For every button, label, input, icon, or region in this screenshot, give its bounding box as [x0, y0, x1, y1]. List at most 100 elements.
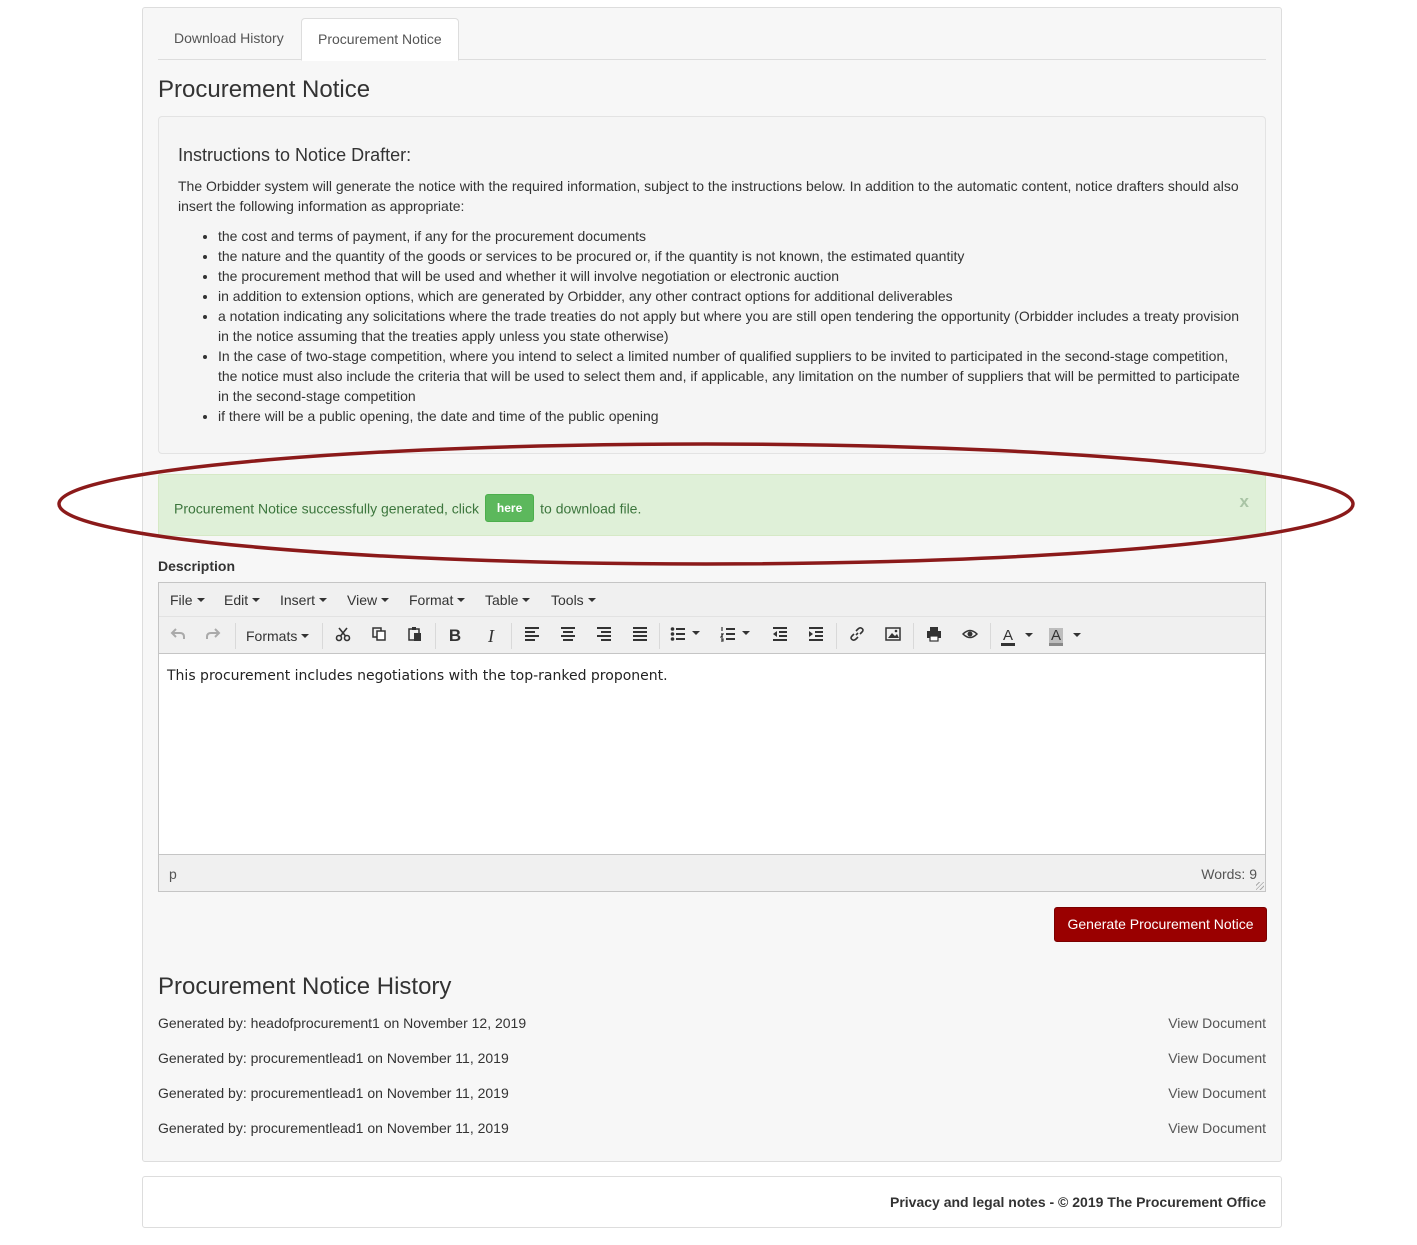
- print-icon[interactable]: [925, 626, 943, 646]
- history-entry-text: Generated by: procurementlead1 on Novemb…: [158, 1120, 509, 1136]
- toolbar-separator: [836, 623, 837, 649]
- caret-down-icon: [381, 598, 390, 603]
- align-center-icon[interactable]: [559, 626, 577, 646]
- history-entry-text: Generated by: procurementlead1 on Novemb…: [158, 1050, 509, 1066]
- text-color-glyph: A: [1001, 627, 1016, 646]
- list-item: the procurement method that will be used…: [218, 266, 1246, 286]
- alert-close-button[interactable]: x: [1240, 492, 1249, 512]
- italic-icon[interactable]: I: [482, 626, 500, 646]
- word-count: Words: 9: [1201, 866, 1257, 882]
- element-path[interactable]: p: [169, 866, 177, 882]
- list-item: the cost and terms of payment, if any fo…: [218, 226, 1246, 246]
- list-item: if there will be a public opening, the d…: [218, 406, 1246, 426]
- footer-text[interactable]: Privacy and legal notes - © 2019 The Pro…: [890, 1194, 1266, 1210]
- description-label: Description: [158, 558, 236, 574]
- page-title: Procurement Notice: [158, 76, 371, 103]
- view-document-link[interactable]: View Document: [1168, 1015, 1266, 1031]
- tab-bar: Download History Procurement Notice: [158, 18, 1266, 61]
- tab-download-history[interactable]: Download History: [158, 18, 300, 60]
- view-document-link[interactable]: View Document: [1168, 1085, 1266, 1101]
- tab-procurement-notice[interactable]: Procurement Notice: [301, 18, 459, 61]
- caret-down-icon: [1073, 633, 1082, 638]
- resize-handle[interactable]: [1256, 882, 1264, 890]
- rich-text-editor: File Edit Insert View Format Table Tools…: [158, 582, 1266, 892]
- menu-label: Insert: [280, 592, 316, 608]
- menu-tools[interactable]: Tools: [551, 592, 596, 608]
- cut-icon[interactable]: [334, 626, 352, 646]
- toolbar-separator: [990, 623, 991, 649]
- image-icon[interactable]: [884, 626, 902, 646]
- caret-down-icon: [319, 598, 328, 603]
- editor-paragraph: This procurement includes negotiations w…: [167, 668, 668, 684]
- menu-format[interactable]: Format: [409, 592, 466, 608]
- caret-down-icon: [692, 631, 700, 636]
- toolbar-separator: [235, 623, 236, 649]
- table-row: Generated by: procurementlead1 on Novemb…: [158, 1120, 1266, 1140]
- instructions-intro: The Orbidder system will generate the no…: [178, 178, 1239, 214]
- history-entry-text: Generated by: procurementlead1 on Novemb…: [158, 1085, 509, 1101]
- background-color-icon[interactable]: A: [1049, 626, 1087, 646]
- list-item: In the case of two-stage competition, wh…: [218, 346, 1246, 406]
- instructions-panel: Instructions to Notice Drafter: The Orbi…: [158, 116, 1266, 454]
- success-alert: Procurement Notice successfully generate…: [158, 474, 1266, 536]
- caret-down-icon: [457, 598, 466, 603]
- view-document-link[interactable]: View Document: [1168, 1120, 1266, 1136]
- menu-label: Format: [409, 592, 454, 608]
- menu-label: Tools: [551, 592, 584, 608]
- toolbar-separator: [659, 623, 660, 649]
- outdent-icon[interactable]: [771, 626, 789, 646]
- preview-icon[interactable]: [961, 626, 979, 646]
- redo-icon[interactable]: [204, 626, 222, 646]
- list-item: a notation indicating any solicitations …: [218, 306, 1246, 346]
- editor-content[interactable]: This procurement includes negotiations w…: [159, 654, 1265, 854]
- alert-message: Procurement Notice successfully generate…: [174, 494, 642, 524]
- bullet-list-icon[interactable]: [670, 626, 708, 646]
- menu-label: Table: [485, 592, 519, 608]
- download-here-button[interactable]: here: [484, 494, 535, 522]
- editor-menubar: File Edit Insert View Format Table Tools: [159, 583, 1265, 617]
- toolbar-separator: [913, 623, 914, 649]
- justify-icon[interactable]: [631, 626, 649, 646]
- list-item: the nature and the quantity of the goods…: [218, 246, 1246, 266]
- instructions-heading: Instructions to Notice Drafter:: [178, 145, 412, 165]
- caret-down-icon: [587, 598, 596, 603]
- history-title: Procurement Notice History: [158, 973, 452, 1000]
- editor-toolbar: Formats B I A A: [159, 617, 1265, 654]
- background-color-glyph: A: [1049, 627, 1064, 646]
- indent-icon[interactable]: [807, 626, 825, 646]
- numbered-list-icon[interactable]: [719, 626, 758, 646]
- copy-icon[interactable]: [370, 626, 388, 646]
- menu-file[interactable]: File: [170, 592, 205, 608]
- menu-label: File: [170, 592, 193, 608]
- instructions-list: the cost and terms of payment, if any fo…: [178, 226, 1246, 426]
- menu-view[interactable]: View: [347, 592, 390, 608]
- caret-down-icon: [301, 634, 310, 639]
- table-row: Generated by: headofprocurement1 on Nove…: [158, 1015, 1266, 1035]
- align-left-icon[interactable]: [523, 626, 541, 646]
- menu-edit[interactable]: Edit: [224, 592, 261, 608]
- view-document-link[interactable]: View Document: [1168, 1050, 1266, 1066]
- editor-statusbar: p Words: 9: [159, 854, 1265, 891]
- generate-procurement-notice-button[interactable]: Generate Procurement Notice: [1054, 907, 1267, 942]
- caret-down-icon: [252, 598, 261, 603]
- alert-text-before: Procurement Notice successfully generate…: [174, 500, 480, 517]
- formats-dropdown[interactable]: Formats: [246, 626, 312, 646]
- formats-label: Formats: [246, 628, 298, 644]
- caret-down-icon: [1025, 633, 1034, 638]
- main-panel: Download History Procurement Notice Proc…: [142, 7, 1282, 1162]
- bold-icon[interactable]: B: [446, 626, 464, 646]
- align-right-icon[interactable]: [595, 626, 613, 646]
- link-icon[interactable]: [848, 626, 866, 646]
- table-row: Generated by: procurementlead1 on Novemb…: [158, 1085, 1266, 1105]
- menu-label: Edit: [224, 592, 249, 608]
- list-item: in addition to extension options, which …: [218, 286, 1246, 306]
- text-color-icon[interactable]: A: [1001, 626, 1039, 646]
- undo-icon[interactable]: [169, 626, 187, 646]
- menu-table[interactable]: Table: [485, 592, 531, 608]
- footer: Privacy and legal notes - © 2019 The Pro…: [142, 1176, 1282, 1228]
- menu-insert[interactable]: Insert: [280, 592, 328, 608]
- paste-icon[interactable]: [406, 626, 424, 646]
- toolbar-separator: [322, 623, 323, 649]
- alert-text-after: to download file.: [540, 500, 642, 517]
- caret-down-icon: [742, 631, 750, 636]
